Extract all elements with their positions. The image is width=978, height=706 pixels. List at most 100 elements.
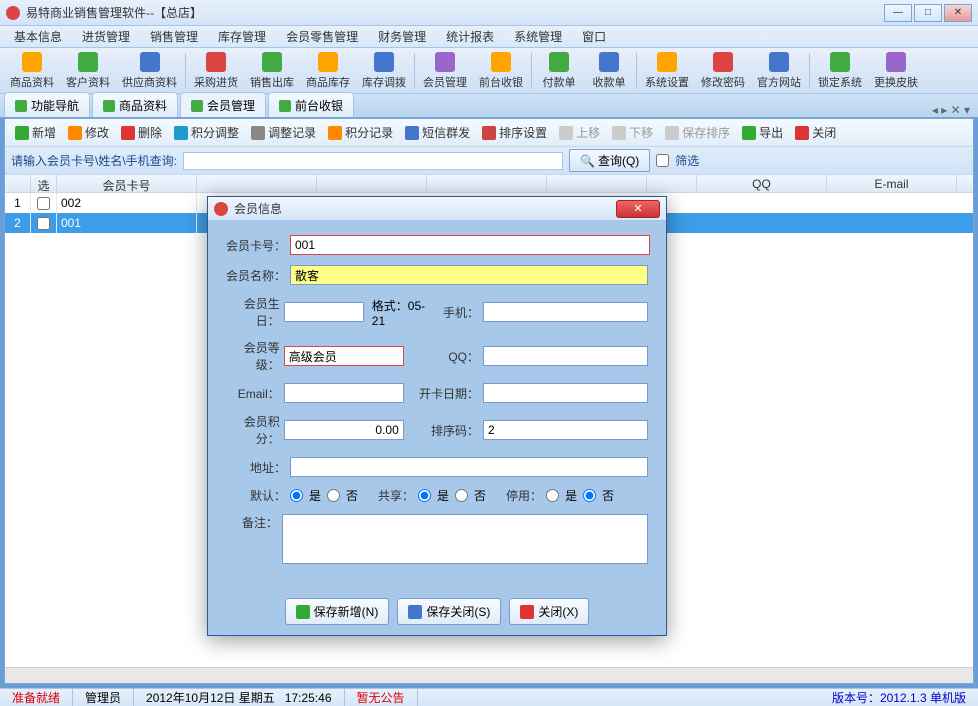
menu-系统管理[interactable]: 系统管理 xyxy=(504,26,572,47)
col-header[interactable] xyxy=(317,175,427,192)
points-label: 会员积分： xyxy=(226,413,284,447)
name-input[interactable] xyxy=(290,265,648,285)
tool-修改密码[interactable]: 修改密码 xyxy=(695,50,751,92)
default-no-radio[interactable] xyxy=(327,489,340,502)
menu-统计报表[interactable]: 统计报表 xyxy=(436,26,504,47)
sms-button[interactable]: 短信群发 xyxy=(401,122,474,143)
col-header[interactable] xyxy=(5,175,31,192)
main-toolbar: 商品资料客户资料供应商资料采购进货销售出库商品库存库存调拨会员管理前台收银付款单… xyxy=(0,48,978,94)
sort-input[interactable] xyxy=(483,420,648,440)
col-header[interactable]: E-mail xyxy=(827,175,957,192)
dialog-footer: 保存新增(N) 保存关闭(S) 关闭(X) xyxy=(208,588,666,635)
disable-yes-radio[interactable] xyxy=(546,489,559,502)
tool-客户资料[interactable]: 客户资料 xyxy=(60,50,116,92)
col-header[interactable] xyxy=(427,175,547,192)
tool-商品资料[interactable]: 商品资料 xyxy=(4,50,60,92)
edit-button[interactable]: 修改 xyxy=(64,122,113,143)
dialog-body: 会员卡号： ✎ 会员名称： 会员生日： 格式：05-21 手机： 会员等级： Q… xyxy=(208,221,666,588)
tab-商品资料[interactable]: 商品资料 xyxy=(92,92,178,117)
maximize-button[interactable]: □ xyxy=(914,4,942,22)
remark-textarea[interactable] xyxy=(282,514,648,564)
status-notice: 暂无公告 xyxy=(345,689,418,706)
menu-窗口[interactable]: 窗口 xyxy=(572,26,616,47)
tool-锁定系统[interactable]: 锁定系统 xyxy=(812,50,868,92)
tool-收款单[interactable]: 收款单 xyxy=(584,50,634,92)
default-yes-radio[interactable] xyxy=(290,489,303,502)
name-label: 会员名称： xyxy=(226,267,290,284)
col-header[interactable]: 选 xyxy=(31,175,57,192)
tool-icon xyxy=(657,52,677,72)
tool-销售出库[interactable]: 销售出库 xyxy=(244,50,300,92)
col-header[interactable] xyxy=(547,175,647,192)
points-adjust-button[interactable]: 积分调整 xyxy=(170,122,243,143)
tool-会员管理[interactable]: 会员管理 xyxy=(417,50,473,92)
mobile-label: 手机： xyxy=(440,304,483,321)
tool-系统设置[interactable]: 系统设置 xyxy=(639,50,695,92)
tool-更换皮肤[interactable]: 更换皮肤 xyxy=(868,50,924,92)
adjust-log-button[interactable]: 调整记录 xyxy=(247,122,320,143)
app-icon xyxy=(6,6,20,20)
export-button[interactable]: 导出 xyxy=(738,122,787,143)
row-checkbox[interactable] xyxy=(37,217,50,230)
share-no-radio[interactable] xyxy=(455,489,468,502)
mobile-input[interactable] xyxy=(483,302,648,322)
cancel-button[interactable]: 关闭(X) xyxy=(509,598,589,625)
dialog-close-button[interactable]: ✕ xyxy=(616,200,660,218)
addr-label: 地址： xyxy=(226,459,290,476)
search-button[interactable]: 🔍查询(Q) xyxy=(569,149,650,172)
sort-settings-button[interactable]: 排序设置 xyxy=(478,122,551,143)
tool-采购进货[interactable]: 采购进货 xyxy=(188,50,244,92)
tool-商品库存[interactable]: 商品库存 xyxy=(300,50,356,92)
col-header[interactable]: QQ xyxy=(697,175,827,192)
minimize-button[interactable]: — xyxy=(884,4,912,22)
row-checkbox[interactable] xyxy=(37,197,50,210)
tool-库存调拨[interactable]: 库存调拨 xyxy=(356,50,412,92)
tool-官方网站[interactable]: 官方网站 xyxy=(751,50,807,92)
close-tab-button[interactable]: 关闭 xyxy=(791,122,840,143)
addr-input[interactable] xyxy=(290,457,648,477)
member-info-dialog: 会员信息 ✕ 会员卡号： ✎ 会员名称： 会员生日： 格式：05-21 手机： … xyxy=(207,196,667,636)
tool-供应商资料[interactable]: 供应商资料 xyxy=(116,50,183,92)
save-new-button[interactable]: 保存新增(N) xyxy=(285,598,390,625)
disable-no-radio[interactable] xyxy=(583,489,596,502)
add-button[interactable]: 新增 xyxy=(11,122,60,143)
email-input[interactable] xyxy=(284,383,404,403)
menu-财务管理[interactable]: 财务管理 xyxy=(368,26,436,47)
share-label: 共享： xyxy=(358,487,418,504)
tool-付款单[interactable]: 付款单 xyxy=(534,50,584,92)
menu-销售管理[interactable]: 销售管理 xyxy=(140,26,208,47)
tool-前台收银[interactable]: 前台收银 xyxy=(473,50,529,92)
points-input[interactable] xyxy=(284,420,404,440)
menu-库存管理[interactable]: 库存管理 xyxy=(208,26,276,47)
share-yes-radio[interactable] xyxy=(418,489,431,502)
save-sort-button[interactable]: 保存排序 xyxy=(661,122,734,143)
delete-button[interactable]: 删除 xyxy=(117,122,166,143)
card-input[interactable] xyxy=(290,235,650,255)
move-up-button[interactable]: 上移 xyxy=(555,122,604,143)
tab-功能导航[interactable]: 功能导航 xyxy=(4,92,90,117)
filter-checkbox[interactable] xyxy=(656,154,669,167)
horizontal-scrollbar[interactable] xyxy=(5,667,973,683)
tab-前台收银[interactable]: 前台收银 xyxy=(268,92,354,117)
col-header[interactable] xyxy=(197,175,317,192)
birth-input[interactable] xyxy=(284,302,364,322)
save-close-button[interactable]: 保存关闭(S) xyxy=(397,598,501,625)
menu-会员零售管理[interactable]: 会员零售管理 xyxy=(276,26,368,47)
action-toolbar: 新增 修改 删除 积分调整 调整记录 积分记录 短信群发 排序设置 上移 下移 … xyxy=(5,119,973,147)
tab-会员管理[interactable]: 会员管理 xyxy=(180,92,266,117)
opendate-input[interactable] xyxy=(483,383,648,403)
search-label: 请输入会员卡号\姓名\手机查询: xyxy=(11,152,177,169)
window-close-button[interactable]: ✕ xyxy=(944,4,972,22)
tab-strip: 功能导航商品资料会员管理前台收银 ◂ ▸ ✕ ▾ xyxy=(0,94,978,118)
menu-基本信息[interactable]: 基本信息 xyxy=(4,26,72,47)
move-down-button[interactable]: 下移 xyxy=(608,122,657,143)
tab-nav-icon[interactable]: ◂ ▸ ✕ ▾ xyxy=(928,103,974,117)
col-header[interactable]: 会员卡号 xyxy=(57,175,197,192)
level-input[interactable] xyxy=(284,346,404,366)
col-header[interactable] xyxy=(647,175,697,192)
menu-进货管理[interactable]: 进货管理 xyxy=(72,26,140,47)
points-log-button[interactable]: 积分记录 xyxy=(324,122,397,143)
search-bar: 请输入会员卡号\姓名\手机查询: 🔍查询(Q) 筛选 xyxy=(5,147,973,175)
search-input[interactable] xyxy=(183,152,563,170)
qq-input[interactable] xyxy=(483,346,648,366)
